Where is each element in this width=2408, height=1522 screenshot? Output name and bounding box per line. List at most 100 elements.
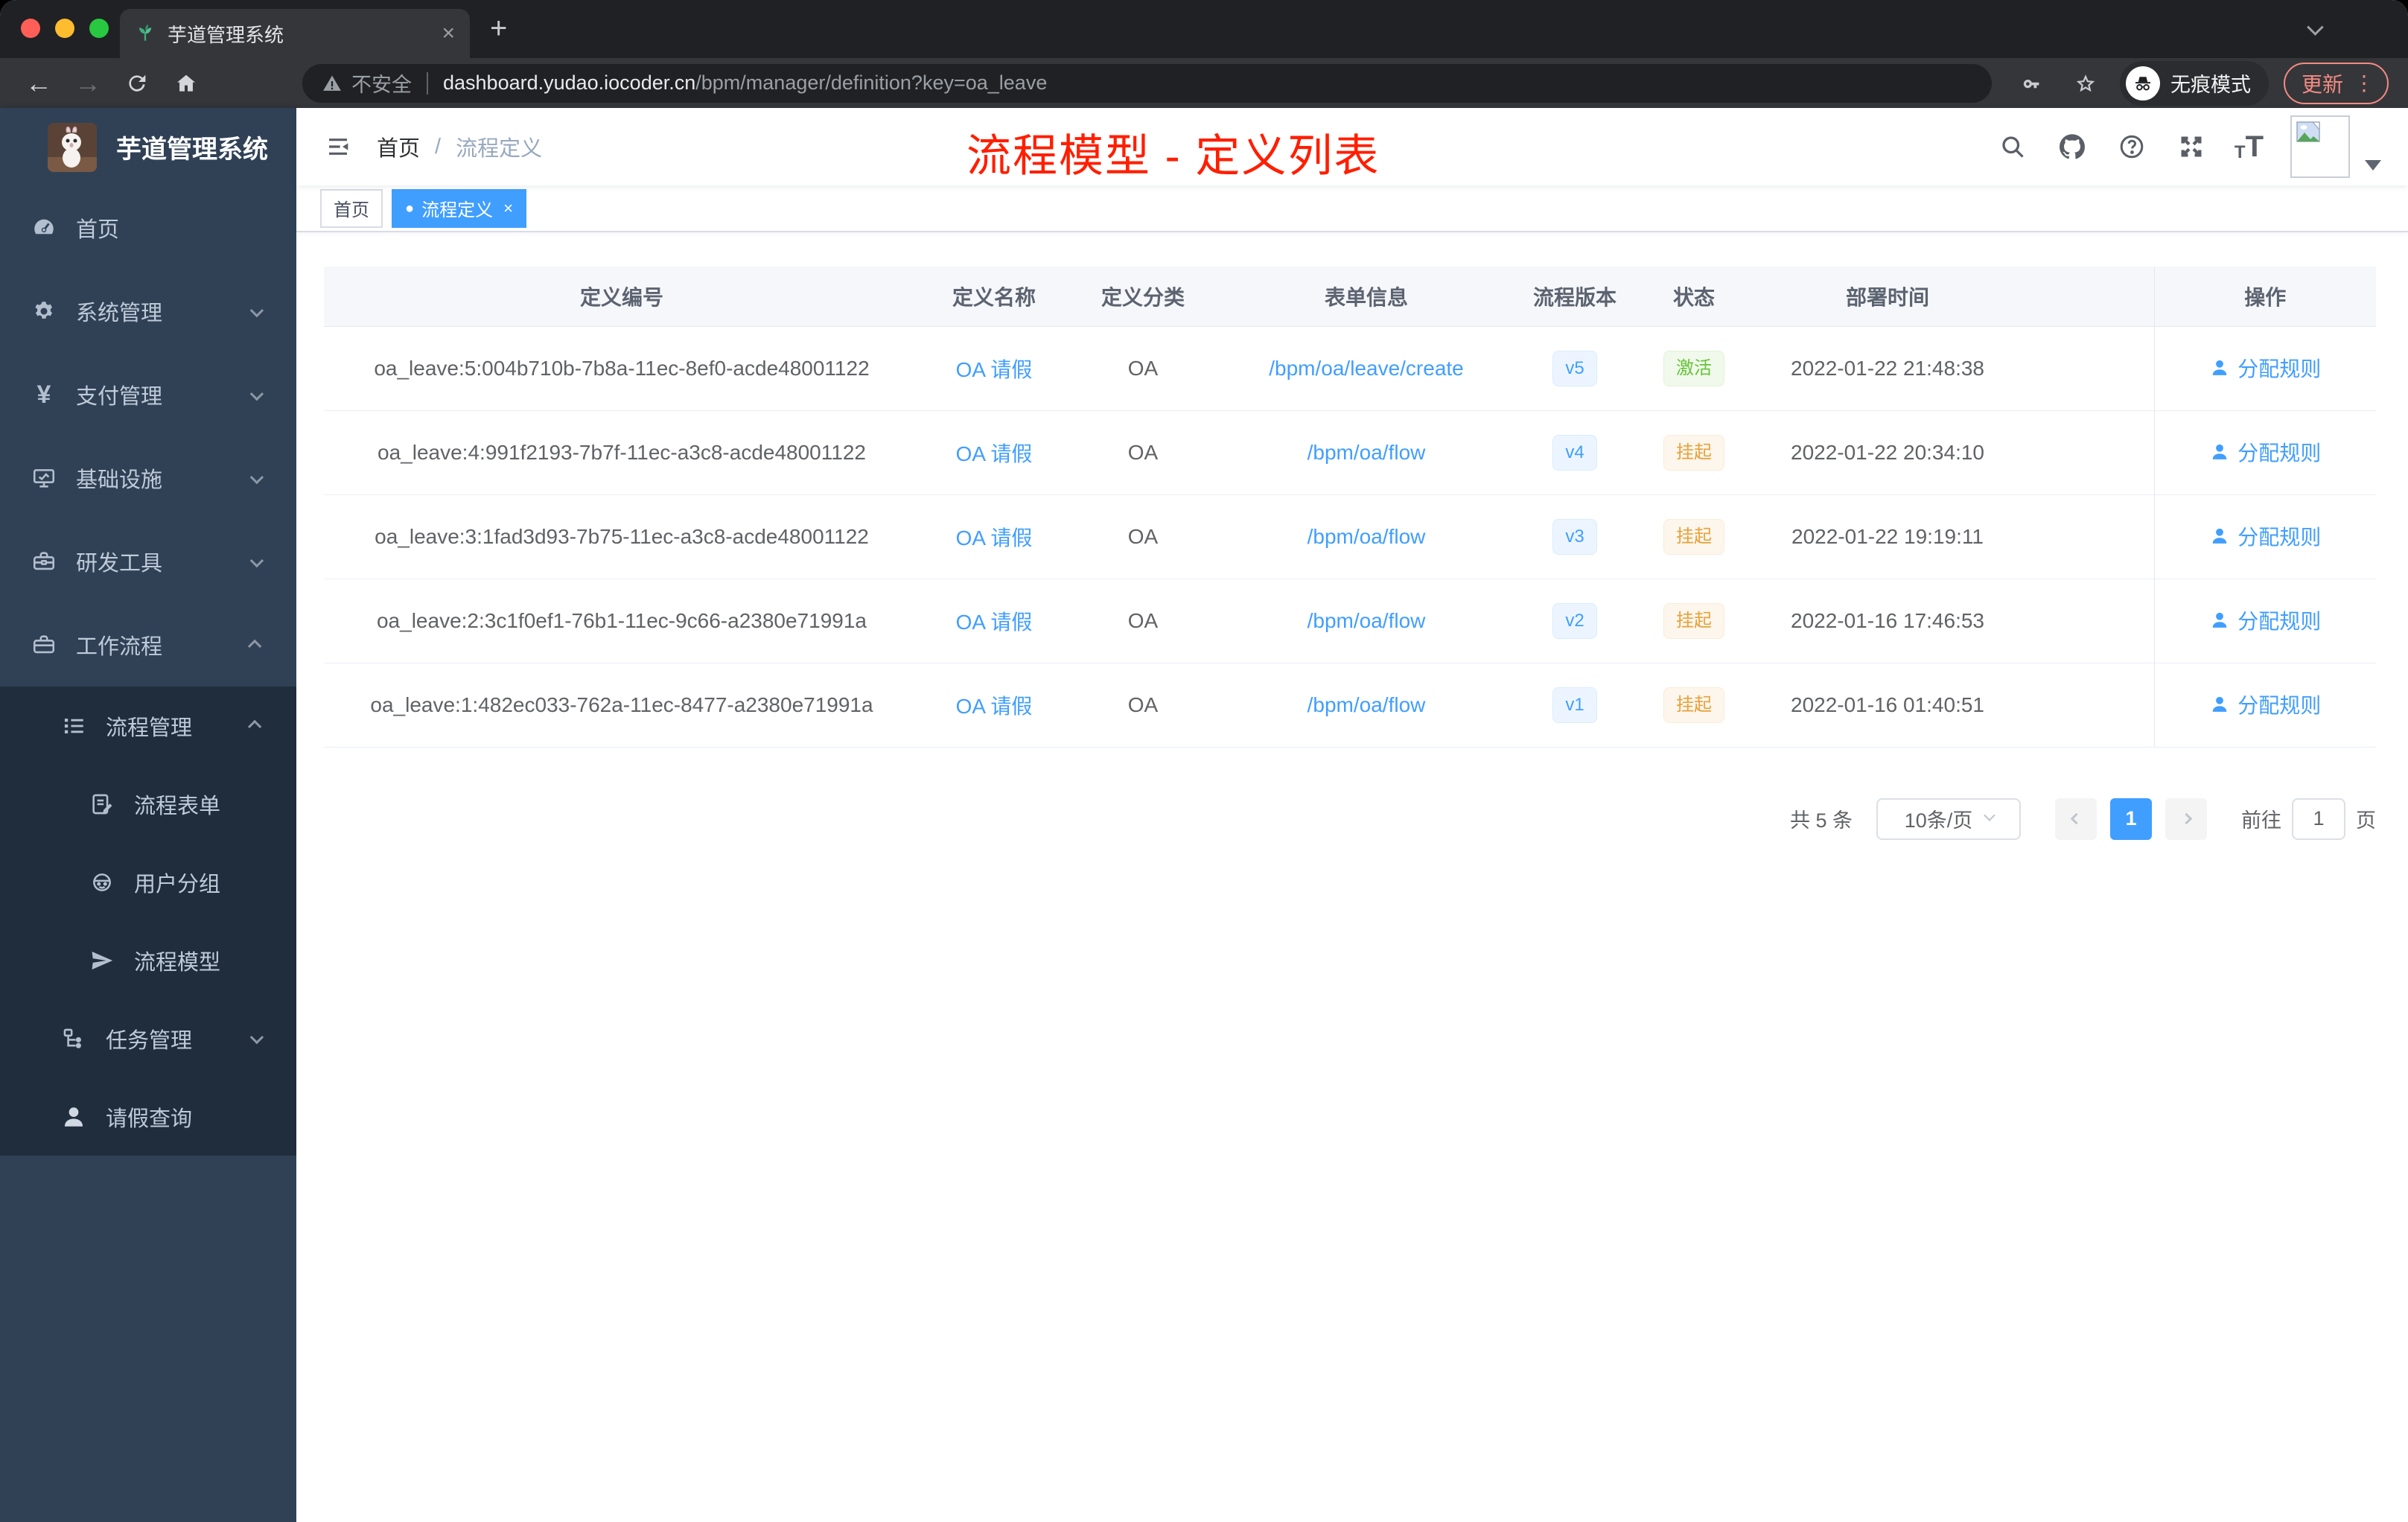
hamburger-icon[interactable] <box>322 130 354 163</box>
version-badge: v3 <box>1552 518 1597 555</box>
update-button[interactable]: 更新 ⋮ <box>2283 62 2389 104</box>
sidebar-item-system[interactable]: 系统管理 <box>0 270 296 353</box>
definition-table: 定义编号 定义名称 定义分类 表单信息 流程版本 状态 部署时间 操作 oa_l… <box>324 267 2376 748</box>
cell-definition-id: oa_leave:4:991f2193-7b7f-11ec-a3c8-acde4… <box>324 410 920 495</box>
column-header-form: 表单信息 <box>1217 267 1515 327</box>
key-icon[interactable] <box>2013 64 2051 103</box>
version-badge: v1 <box>1552 687 1597 723</box>
browser-window: 芋道管理系统 × + ← → 不安全 dashboard.yudao.iocod… <box>0 0 2408 1522</box>
sidebar-item-workflow[interactable]: 工作流程 <box>0 603 296 687</box>
assign-rule-link[interactable]: 分配规则 <box>2209 353 2321 383</box>
form-link[interactable]: /bpm/oa/flow <box>1307 693 1426 716</box>
table-row: oa_leave:3:1fad3d93-7b75-11ec-a3c8-acde4… <box>324 494 2376 579</box>
broken-image-icon <box>2296 121 2320 142</box>
assign-rule-link[interactable]: 分配规则 <box>2209 605 2321 635</box>
definition-name-link[interactable]: OA 请假 <box>956 526 1033 550</box>
cell-category: OA <box>1068 579 1217 663</box>
column-header-id: 定义编号 <box>324 267 920 327</box>
table-row: oa_leave:4:991f2193-7b7f-11ec-a3c8-acde4… <box>324 410 2376 495</box>
avatar-broken-image[interactable] <box>2290 115 2350 178</box>
sidebar-item-label: 研发工具 <box>76 552 163 576</box>
goto-page-input[interactable] <box>2292 797 2345 840</box>
fullscreen-icon[interactable] <box>2175 130 2208 163</box>
back-icon[interactable]: ← <box>19 64 58 103</box>
page-size-select[interactable]: 10条/页 <box>1876 797 2021 840</box>
pagination: 共 5 条 10条/页 1 前往 页 <box>324 797 2376 840</box>
toolbox-icon <box>30 547 58 576</box>
sidebar-item-home[interactable]: 首页 <box>0 186 296 270</box>
definition-name-link[interactable]: OA 请假 <box>956 695 1033 718</box>
cell-definition-id: oa_leave:1:482ec033-762a-11ec-8477-a2380… <box>324 663 920 748</box>
definition-name-link[interactable]: OA 请假 <box>956 611 1033 634</box>
assign-rule-link[interactable]: 分配规则 <box>2209 437 2321 467</box>
sidebar-item-infrastructure[interactable]: 基础设施 <box>0 436 296 520</box>
table-row: oa_leave:1:482ec033-762a-11ec-8477-a2380… <box>324 663 2376 748</box>
process-list-icon <box>60 712 88 740</box>
tag-home[interactable]: 首页 <box>320 188 383 228</box>
sidebar-item-label: 支付管理 <box>76 385 163 409</box>
tab-search-chevron-icon[interactable] <box>2307 19 2324 38</box>
tag-label: 首页 <box>334 200 369 220</box>
reload-icon[interactable] <box>118 64 156 103</box>
cell-deploy-time: 2022-01-16 17:46:53 <box>1754 579 2022 663</box>
bookmark-star-icon[interactable] <box>2066 64 2105 103</box>
chevron-down-icon <box>249 386 264 401</box>
form-link[interactable]: /bpm/oa/leave/create <box>1269 357 1464 380</box>
font-size-icon[interactable]: TT <box>2235 132 2264 162</box>
sidebar-logo-row[interactable]: 芋道管理系统 <box>0 108 296 186</box>
chevron-down-icon <box>249 1030 264 1045</box>
form-link[interactable]: /bpm/oa/flow <box>1307 441 1426 464</box>
maximize-window-button[interactable] <box>89 19 109 38</box>
tag-process-definition[interactable]: ● 流程定义 × <box>392 188 526 228</box>
logo-image <box>48 122 97 172</box>
close-window-button[interactable] <box>21 19 40 38</box>
browser-tab[interactable]: 芋道管理系统 × <box>120 9 470 58</box>
version-badge: v2 <box>1552 602 1597 639</box>
sidebar-item-leave-query[interactable]: 请假查询 <box>0 1077 296 1156</box>
cell-category: OA <box>1068 410 1217 495</box>
assign-rule-link[interactable]: 分配规则 <box>2209 521 2321 551</box>
user-group-icon <box>88 868 116 897</box>
sidebar-item-process-form[interactable]: 流程表单 <box>0 765 296 843</box>
definition-name-link[interactable]: OA 请假 <box>956 358 1033 381</box>
sidebar-item-process-manage[interactable]: 流程管理 <box>0 687 296 765</box>
search-icon[interactable] <box>1996 130 2029 163</box>
cell-definition-id: oa_leave:3:1fad3d93-7b75-11ec-a3c8-acde4… <box>324 494 920 579</box>
form-edit-icon <box>88 790 116 818</box>
sidebar-item-devtools[interactable]: 研发工具 <box>0 520 296 603</box>
tag-close-icon[interactable]: × <box>503 200 513 217</box>
help-icon[interactable] <box>2115 130 2148 163</box>
address-bar[interactable]: 不安全 dashboard.yudao.iocoder.cn /bpm/mana… <box>302 63 1992 103</box>
workflow-icon <box>30 631 58 659</box>
chevron-down-icon <box>249 303 264 317</box>
assign-rule-link[interactable]: 分配规则 <box>2209 690 2321 719</box>
minimize-window-button[interactable] <box>55 19 74 38</box>
breadcrumb-home[interactable]: 首页 <box>377 131 420 162</box>
home-icon[interactable] <box>167 64 206 103</box>
page-number-current[interactable]: 1 <box>2110 797 2152 840</box>
next-page-button[interactable] <box>2165 797 2207 840</box>
caret-down-icon[interactable] <box>2365 160 2381 171</box>
more-menu-icon[interactable]: ⋮ <box>2354 71 2375 95</box>
tab-close-icon[interactable]: × <box>442 22 455 45</box>
forward-icon[interactable]: → <box>69 64 107 103</box>
user-icon <box>2212 360 2227 375</box>
form-link[interactable]: /bpm/oa/flow <box>1307 525 1426 548</box>
new-tab-button[interactable]: + <box>490 13 507 43</box>
breadcrumb-current: 流程定义 <box>456 137 543 161</box>
sidebar-item-user-group[interactable]: 用户分组 <box>0 843 296 921</box>
breadcrumb-separator: / <box>435 134 442 159</box>
security-label[interactable]: 不安全 <box>351 69 412 98</box>
sidebar-item-payment[interactable]: ¥ 支付管理 <box>0 353 296 436</box>
page-unit-label: 页 <box>2356 809 2376 832</box>
sidebar-item-process-model[interactable]: 流程模型 <box>0 921 296 999</box>
definition-name-link[interactable]: OA 请假 <box>956 442 1033 465</box>
github-icon[interactable] <box>2056 130 2089 163</box>
url-divider <box>427 71 428 95</box>
user-icon <box>2212 696 2227 712</box>
cell-spacer <box>2022 410 2154 495</box>
sidebar-item-task-manage[interactable]: 任务管理 <box>0 999 296 1077</box>
gear-icon <box>30 297 58 325</box>
prev-page-button[interactable] <box>2055 797 2097 840</box>
form-link[interactable]: /bpm/oa/flow <box>1307 609 1426 632</box>
